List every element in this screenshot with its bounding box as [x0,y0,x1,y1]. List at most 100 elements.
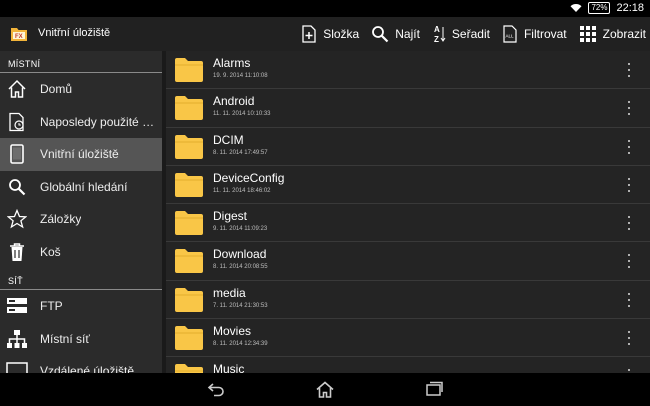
file-name: media [213,285,246,300]
file-row[interactable]: Movies 8. 11. 2014 12:34:39 [166,319,650,358]
battery-indicator: 72% [588,2,611,14]
sort-label: Seřadit [451,27,490,41]
new-folder-label: Složka [323,27,360,41]
sidebar-item-home[interactable]: Domů [0,73,162,106]
find-button[interactable]: Najít [363,25,424,43]
sidebar-item-label: Koš [40,244,61,259]
file-name: Movies [213,324,252,339]
folder-icon [175,172,203,197]
search-icon [372,26,389,43]
filter-label: Filtrovat [523,27,567,41]
view-button[interactable]: Zobrazit [571,25,650,43]
server-icon [7,298,27,314]
sidebar-item-label: Záložky [40,212,82,227]
overflow-menu-icon[interactable] [626,101,632,116]
folder-icon [175,249,203,274]
file-row[interactable]: Alarms 19. 9. 2014 11:10:08 [166,51,650,90]
file-row[interactable]: DCIM 8. 11. 2014 17:49:57 [166,128,650,166]
remote-storage-icon [6,362,28,373]
file-row[interactable]: media 7. 11. 2014 21:30:53 [166,281,650,320]
sidebar-item-label: Globální hledání [40,179,128,194]
file-row[interactable]: Download 8. 11. 2014 20:08:55 [166,242,650,281]
file-modified-date: 8. 11. 2014 20:08:55 [213,264,268,271]
file-name: Alarms [213,56,251,70]
status-indicators: 72% 22:18 [570,2,644,14]
file-row[interactable]: Digest 9. 11. 2014 11:09:23 [166,204,650,243]
overflow-menu-icon[interactable] [626,177,632,192]
svg-text:Z: Z [434,35,439,44]
file-modified-date: 8. 11. 2014 17:49:57 [213,149,268,156]
file-row[interactable]: DeviceConfig 11. 11. 2014 18:46:02 [166,166,650,205]
grid-view-icon [579,26,596,42]
sidebar-item-remote-storage[interactable]: Vzdálené úložiště [0,355,162,373]
search-icon [9,178,26,196]
file-row[interactable]: Music [166,357,650,373]
view-label: Zobrazit [602,27,646,41]
file-name: Music [213,362,245,373]
navigation-bar [0,373,650,406]
overflow-menu-icon[interactable] [626,139,632,154]
file-modified-date: 9. 11. 2014 11:09:23 [213,226,268,233]
sidebar-item-label: Vzdálené úložiště [40,364,135,373]
sidebar-item-bookmarks[interactable]: Záložky [0,203,162,236]
sort-button[interactable]: A Z Seřadit [424,24,494,44]
folder-icon [175,326,203,351]
section-header-network: SÍŤ [0,268,162,290]
location-title[interactable]: Vnitřní úložiště [38,27,110,39]
sidebar-item-label: Naposledy použité soubory [40,114,158,129]
sort-az-icon: A Z [434,25,446,44]
sidebar-item-label: Místní síť [40,331,90,346]
overflow-menu-icon[interactable] [626,331,632,346]
file-modified-date: 11. 11. 2014 10:10:33 [213,111,271,118]
file-modified-date: 7. 11. 2014 21:30:53 [213,302,268,309]
folder-icon [175,287,203,312]
new-folder-icon [302,25,316,43]
filter-icon: ALL [503,25,517,43]
folder-icon [175,364,203,373]
sidebar-item-label: FTP [40,299,63,314]
folder-icon [175,134,203,159]
svg-text:A: A [434,25,440,34]
file-name: Digest [213,209,248,224]
overflow-menu-icon[interactable] [626,63,632,77]
sidebar: MÍSTNÍ Domů Naposledy použité soubory [0,51,162,373]
overflow-menu-icon[interactable] [626,292,632,307]
tablet-icon [10,144,24,165]
svg-text:ALL: ALL [505,34,514,39]
svg-text:FX: FX [15,34,23,40]
sidebar-item-internal-storage[interactable]: Vnitřní úložiště [0,138,162,171]
clock: 22:18 [616,2,644,14]
filter-button[interactable]: ALL Filtrovat [494,25,571,43]
back-icon[interactable] [206,381,226,397]
app-logo-icon[interactable]: FX [10,25,28,42]
recent-apps-icon[interactable] [425,381,443,397]
toolbar-actions: Složka Najít A Z Seřadit ALL Filtrovat Z… [293,17,650,51]
file-name: DCIM [213,132,244,147]
file-modified-date: 19. 9. 2014 11:10:08 [213,73,268,79]
file-row[interactable]: Android 11. 11. 2014 10:10:33 [166,89,650,128]
sidebar-item-ftp[interactable]: FTP [0,290,162,323]
status-bar: 72% 22:18 [0,0,650,17]
find-label: Najít [395,27,420,41]
home-nav-icon[interactable] [315,381,335,398]
network-icon [7,329,27,348]
file-list: Alarms 19. 9. 2014 11:10:08 Android 11. 11.… [166,51,650,373]
folder-icon [175,211,203,236]
sidebar-item-global-search[interactable]: Globální hledání [0,171,162,204]
folder-icon [175,96,203,121]
sidebar-item-recent-files[interactable]: Naposledy použité soubory [0,106,162,139]
sidebar-item-trash[interactable]: Koš [0,236,162,269]
new-folder-button[interactable]: Složka [293,25,363,43]
file-name: DeviceConfig [213,170,285,185]
file-modified-date: 11. 11. 2014 18:46:02 [213,187,271,194]
trash-icon [10,243,24,261]
sidebar-item-local-network[interactable]: Místní síť [0,323,162,356]
overflow-menu-icon[interactable] [626,254,632,269]
wifi-icon [570,4,582,12]
section-header-local: MÍSTNÍ [0,51,162,73]
home-icon [8,80,26,98]
action-bar: FX Vnitřní úložiště Složka Najít A Z Seř… [0,17,650,51]
overflow-menu-icon[interactable] [626,216,632,231]
file-name: Android [213,94,255,109]
star-icon [7,209,27,229]
